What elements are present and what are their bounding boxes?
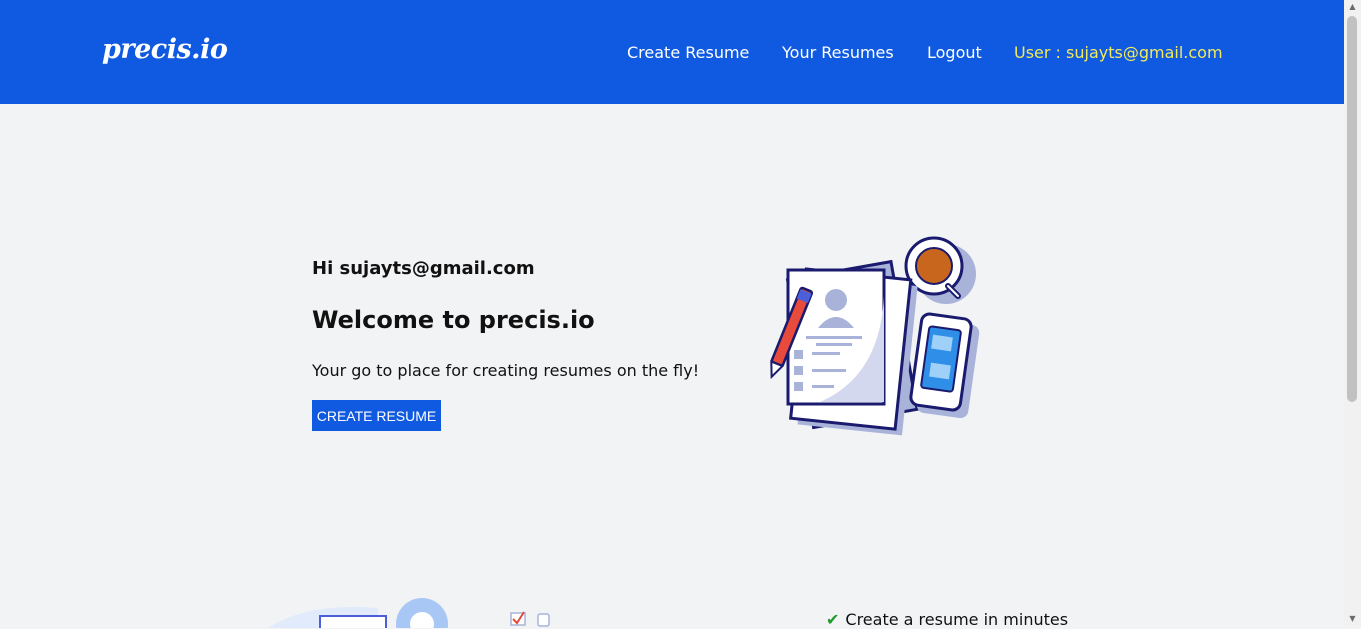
greeting-text: Hi sujayts@gmail.com	[312, 258, 535, 279]
scroll-up-arrow-icon[interactable]: ▲	[1346, 2, 1359, 12]
top-navbar: precis.io Create Resume Your Resumes Log…	[0, 0, 1344, 104]
create-resume-button[interactable]: CREATE RESUME	[312, 400, 441, 431]
welcome-title: Welcome to precis.io	[312, 306, 595, 334]
brand-logo[interactable]: precis.io	[102, 34, 228, 65]
tagline-text: Your go to place for creating resumes on…	[312, 361, 700, 380]
resume-desk-illustration-icon	[770, 236, 980, 436]
scrollbar-thumb[interactable]	[1347, 16, 1357, 402]
nav-create-resume[interactable]: Create Resume	[627, 43, 749, 62]
nav-user-label: User : sujayts@gmail.com	[1014, 43, 1223, 62]
settings-illustration-icon	[268, 598, 550, 628]
nav-your-resumes[interactable]: Your Resumes	[782, 43, 894, 62]
feature-item: ✔ Create a resume in minutes	[826, 610, 1068, 629]
nav-logout[interactable]: Logout	[927, 43, 982, 62]
check-icon: ✔	[826, 610, 840, 629]
scroll-down-arrow-icon[interactable]: ▼	[1346, 614, 1359, 624]
feature-label: Create a resume in minutes	[845, 610, 1069, 629]
